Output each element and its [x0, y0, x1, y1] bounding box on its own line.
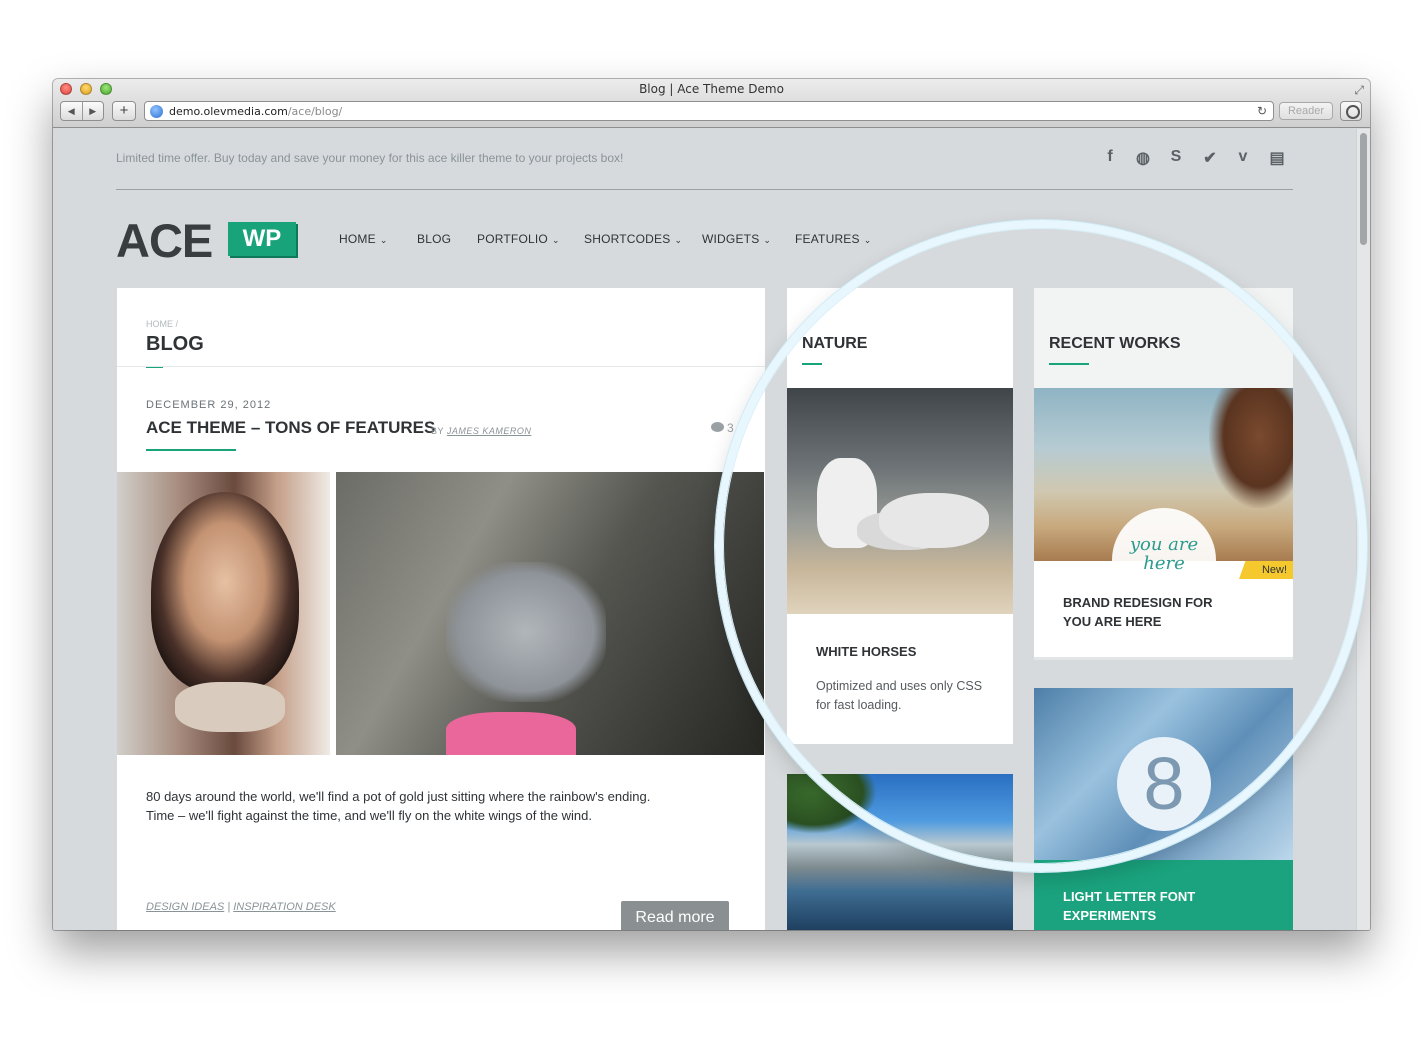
- number-eight-icon: 8: [1117, 737, 1211, 831]
- skype-icon[interactable]: S: [1166, 148, 1186, 166]
- widget-title-recent-works: RECENT WORKS: [1049, 335, 1181, 352]
- facebook-icon[interactable]: f: [1100, 148, 1120, 166]
- menu-item-portfolio[interactable]: PORTFOLIO ⌄: [477, 232, 560, 246]
- tag-link[interactable]: INSPIRATION DESK: [233, 901, 335, 913]
- widget-title-nature: NATURE: [802, 335, 868, 352]
- url-path: /ace/blog/: [287, 105, 343, 118]
- comment-count[interactable]: 3: [727, 421, 734, 435]
- post-title-accent: [146, 449, 236, 451]
- address-bar[interactable]: demo.olevmedia.com/ace/blog/ ↻: [144, 101, 1274, 121]
- forward-icon[interactable]: ▶: [81, 102, 104, 120]
- menu-item-shortcodes[interactable]: SHORTCODES ⌄: [584, 232, 682, 246]
- chevron-down-icon: ⌄: [763, 235, 772, 245]
- post-author-link[interactable]: JAMES KAMERON: [447, 426, 532, 436]
- nature-item-title[interactable]: WHITE HORSES: [816, 644, 916, 659]
- chevron-down-icon: ⌄: [379, 235, 388, 245]
- chevron-down-icon: ⌄: [863, 235, 872, 245]
- vimeo-icon[interactable]: v: [1233, 148, 1253, 166]
- browser-window: Blog | Ace Theme Demo ⤢ ◀ ▶ + demo.olevm…: [53, 79, 1370, 930]
- menu-label: WIDGETS: [702, 232, 760, 246]
- downloads-icon[interactable]: [1340, 101, 1362, 121]
- work-item-green-card[interactable]: LIGHT LETTER FONT EXPERIMENTS: [1034, 860, 1293, 930]
- history-buttons: ◀ ▶: [60, 101, 104, 121]
- post-excerpt: 80 days around the world, we'll find a p…: [146, 789, 651, 823]
- logo-wp-badge[interactable]: WP: [228, 222, 296, 256]
- new-badge: New!: [1239, 561, 1293, 579]
- back-icon[interactable]: ◀: [61, 102, 82, 120]
- nature-item-desc: Optimized and uses only CSS for fast loa…: [816, 679, 983, 712]
- youtube-icon[interactable]: ▤: [1267, 148, 1287, 168]
- page-viewport: Limited time offer. Buy today and save y…: [53, 129, 1370, 930]
- offer-text: Limited time offer. Buy today and save y…: [116, 151, 624, 165]
- post-image-fighter-girl[interactable]: [336, 472, 764, 755]
- header-divider: [116, 189, 1293, 190]
- menu-item-widgets[interactable]: WIDGETS ⌄: [702, 232, 771, 246]
- new-tab-button[interactable]: +: [112, 101, 136, 121]
- page-scrollbar[interactable]: [1356, 129, 1370, 930]
- work-item-title[interactable]: LIGHT LETTER FONT EXPERIMENTS: [1063, 887, 1243, 925]
- read-more-button[interactable]: Read more: [621, 901, 729, 930]
- reader-button[interactable]: Reader: [1279, 102, 1333, 120]
- post-title[interactable]: ACE THEME – TONS OF FEATURES: [146, 418, 435, 438]
- chevron-down-icon: ⌄: [551, 235, 560, 245]
- window-title: Blog | Ace Theme Demo: [639, 82, 784, 96]
- twitter-icon[interactable]: ✔: [1200, 148, 1220, 168]
- fullscreen-icon[interactable]: ⤢: [1354, 83, 1364, 98]
- post-byline: BY JAMES KAMERON: [431, 426, 531, 436]
- widget-title-accent: [802, 363, 822, 365]
- post-date: DECEMBER 29, 2012: [146, 399, 272, 411]
- comment-icon[interactable]: [711, 422, 724, 432]
- dribbble-icon[interactable]: ◍: [1133, 148, 1153, 168]
- menu-label: FEATURES: [795, 232, 860, 246]
- tag-separator: |: [227, 901, 231, 913]
- work-image-beach[interactable]: you are here: [1034, 388, 1293, 634]
- url-text[interactable]: demo.olevmedia.com/ace/blog/: [169, 105, 342, 118]
- chevron-down-icon: ⌄: [674, 235, 683, 245]
- nature-image-horses[interactable]: [787, 388, 1013, 614]
- menu-item-home[interactable]: HOME ⌄: [339, 232, 388, 246]
- tag-link[interactable]: DESIGN IDEAS: [146, 901, 224, 913]
- widget-title-accent: [1049, 363, 1089, 365]
- recent-works-widget: RECENT WORKS you are here New! BRAND RED…: [1034, 288, 1293, 660]
- logo-ace[interactable]: ACE: [116, 216, 213, 266]
- menu-item-blog[interactable]: BLOG: [417, 232, 451, 246]
- reload-icon[interactable]: ↻: [1257, 104, 1267, 118]
- post-tags: DESIGN IDEAS | INSPIRATION DESK: [146, 901, 336, 913]
- menu-label: SHORTCODES: [584, 232, 671, 246]
- menu-label: BLOG: [417, 232, 452, 246]
- menu-item-features[interactable]: FEATURES ⌄: [795, 232, 871, 246]
- menu-label: PORTFOLIO: [477, 232, 548, 246]
- breadcrumb[interactable]: HOME /: [146, 319, 178, 329]
- page-title: BLOG: [146, 333, 204, 355]
- nature-image-lake[interactable]: [787, 774, 1013, 930]
- globe-icon: [150, 105, 163, 118]
- scrollbar-thumb[interactable]: [1360, 133, 1367, 245]
- work-item-title[interactable]: BRAND REDESIGN FOR YOU ARE HERE: [1063, 593, 1243, 631]
- browser-toolbar: Blog | Ace Theme Demo ⤢ ◀ ▶ + demo.olevm…: [53, 79, 1370, 128]
- post-image-boxer-woman[interactable]: [117, 472, 330, 755]
- menu-label: HOME: [339, 232, 376, 246]
- url-host: demo.olevmedia.com: [169, 105, 288, 118]
- byline-label: BY: [431, 426, 444, 436]
- nature-widget: NATURE WHITE HORSES Optimized and uses o…: [787, 288, 1013, 744]
- title-separator: [117, 366, 765, 367]
- blog-post-card: HOME / BLOG DECEMBER 29, 2012 ACE THEME …: [117, 288, 765, 930]
- pin-lettering: you are here: [1129, 534, 1199, 574]
